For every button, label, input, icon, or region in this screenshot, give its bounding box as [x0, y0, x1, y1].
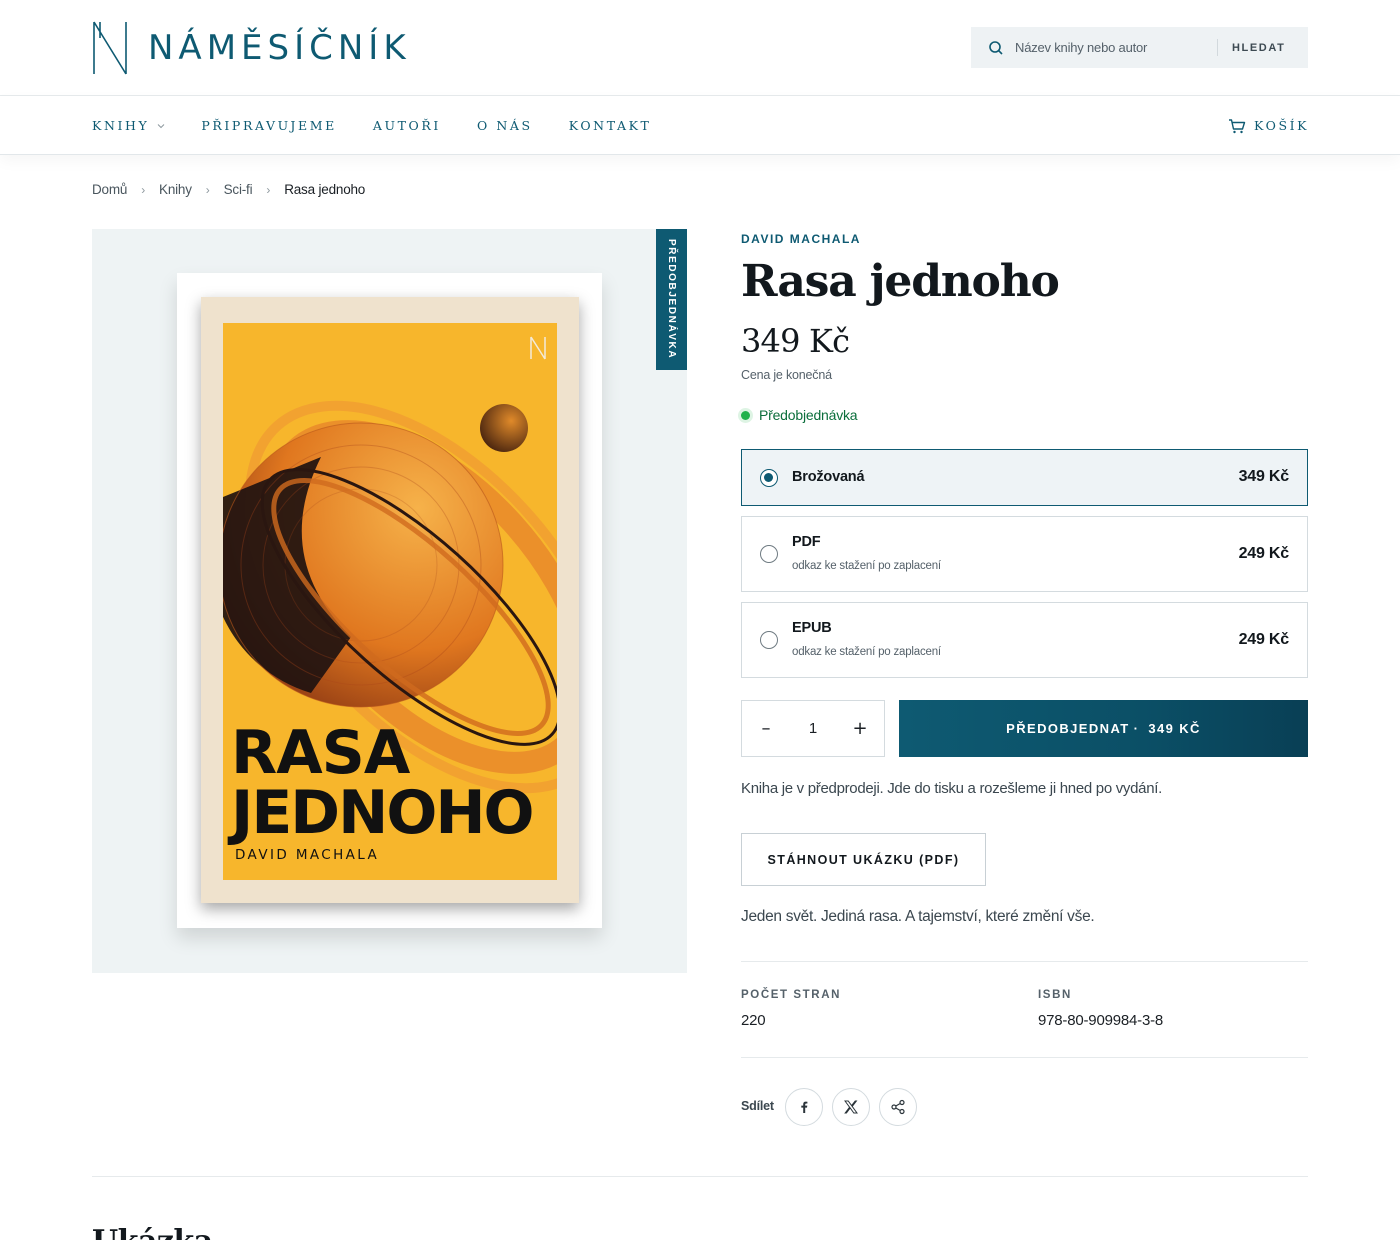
format-option-brozovana[interactable]: Brožovaná 349 Kč: [741, 449, 1308, 506]
search-button[interactable]: HLEDAT: [1232, 42, 1285, 54]
spec-value-pages: 220: [741, 1012, 766, 1029]
share-icon: [891, 1099, 905, 1115]
book-cover-image[interactable]: RASA JEDNOHO DAVID MACHALA: [201, 297, 579, 903]
breadcrumb-knihy[interactable]: Knihy: [159, 182, 192, 197]
breadcrumb: Domů › Knihy › Sci-fi › Rasa jednoho: [92, 182, 365, 197]
x-icon: [844, 1100, 858, 1114]
nav-item-kontakt[interactable]: KONTAKT: [569, 118, 652, 133]
breadcrumb-sci-fi[interactable]: Sci-fi: [224, 182, 253, 197]
spec-value-isbn: 978-80-909984-3-8: [1038, 1012, 1164, 1029]
quantity-decrease-button[interactable]: –: [742, 701, 790, 756]
nav-item-knihy[interactable]: KNIHY: [92, 118, 165, 133]
share-facebook-button[interactable]: [785, 1088, 823, 1126]
quantity-input[interactable]: [790, 720, 836, 737]
quantity-stepper: – +: [741, 700, 885, 757]
breadcrumb-separator: ›: [205, 182, 210, 197]
breadcrumb-current: Rasa jednoho: [284, 182, 366, 197]
search-input[interactable]: [1015, 40, 1215, 55]
share-label: Sdílet: [741, 1099, 774, 1113]
preorder-ribbon: PŘEDOBJEDNÁVKA: [656, 229, 687, 370]
format-price: 249 Kč: [1238, 631, 1290, 648]
share-link-button[interactable]: [879, 1088, 917, 1126]
product-title: Rasa jednoho: [741, 256, 1060, 307]
product-tagline: Jeden svět. Jediná rasa. A tajemství, kt…: [741, 908, 1095, 925]
spec-label-isbn: ISBN: [1038, 989, 1072, 1001]
preorder-button-dot: ·: [1133, 721, 1140, 736]
breadcrumb-separator: ›: [141, 182, 146, 197]
radio-icon[interactable]: [760, 631, 778, 649]
format-name: EPUB: [792, 620, 832, 636]
section-heading-ukazka: Ukázka: [92, 1224, 213, 1240]
format-option-pdf[interactable]: PDF odkaz ke stažení po zaplacení 249 Kč: [741, 516, 1308, 592]
divider: [741, 961, 1308, 962]
preorder-button-price: 349 KČ: [1148, 721, 1201, 736]
search-icon: [989, 40, 1003, 55]
site-logo[interactable]: NÁMĚSÍČNÍK: [92, 20, 411, 76]
availability-status: Předobjednávka: [741, 407, 858, 423]
format-name: PDF: [792, 534, 821, 550]
chevron-down-icon: [158, 123, 165, 128]
product-price: 349 Kč: [741, 322, 850, 360]
format-price: 249 Kč: [1238, 545, 1290, 562]
preorder-button-label: PŘEDOBJEDNAT: [1006, 721, 1130, 736]
radio-selected-icon[interactable]: [760, 469, 778, 487]
format-name: Brožovaná: [792, 469, 865, 485]
cart-link[interactable]: KOŠÍK: [1228, 96, 1309, 155]
brand-name: NÁMĚSÍČNÍK: [148, 28, 411, 68]
quantity-increase-button[interactable]: +: [836, 701, 884, 756]
preorder-ribbon-label: PŘEDOBJEDNÁVKA: [666, 239, 677, 360]
product-author[interactable]: DAVID MACHALA: [741, 232, 861, 246]
format-description: odkaz ke stažení po zaplacení: [792, 560, 941, 572]
breadcrumb-home[interactable]: Domů: [92, 182, 127, 197]
breadcrumb-separator: ›: [266, 182, 271, 197]
radio-icon[interactable]: [760, 545, 778, 563]
nav-item-o-nas[interactable]: O NÁS: [477, 118, 533, 133]
search-bar: HLEDAT: [971, 27, 1308, 68]
price-note: Cena je konečná: [741, 368, 832, 382]
download-sample-button[interactable]: STÁHNOUT UKÁZKU (PDF): [741, 833, 986, 886]
cart-icon: [1229, 118, 1246, 133]
cart-label: KOŠÍK: [1254, 118, 1310, 133]
section-divider: [92, 1176, 1308, 1177]
spec-label-pages: POČET STRAN: [741, 989, 842, 1001]
preorder-button[interactable]: PŘEDOBJEDNAT · 349 KČ: [899, 700, 1308, 757]
status-dot-icon: [741, 410, 750, 420]
availability-label: Předobjednávka: [759, 407, 858, 423]
nav-item-label: KNIHY: [92, 118, 150, 133]
format-description: odkaz ke stažení po zaplacení: [792, 646, 941, 658]
share-x-button[interactable]: [832, 1088, 870, 1126]
main-nav: KNIHY PŘIPRAVUJEME AUTOŘI O NÁS KONTAKT …: [0, 96, 1400, 155]
cover-author: DAVID MACHALA: [235, 847, 379, 863]
facebook-icon: [801, 1101, 808, 1113]
cover-title-line2: JEDNOHO: [227, 778, 533, 848]
preorder-info: Kniha je v předprodeji. Jde do tisku a r…: [741, 780, 1162, 797]
nav-item-pripravujeme[interactable]: PŘIPRAVUJEME: [201, 118, 336, 133]
format-price: 349 Kč: [1238, 468, 1290, 485]
nav-item-autori[interactable]: AUTOŘI: [373, 118, 441, 133]
logo-mark-icon: [93, 21, 127, 75]
site-header: NÁMĚSÍČNÍK HLEDAT: [0, 0, 1400, 96]
divider: [741, 1057, 1308, 1058]
search-divider: [1217, 39, 1218, 56]
format-option-epub[interactable]: EPUB odkaz ke stažení po zaplacení 249 K…: [741, 602, 1308, 678]
